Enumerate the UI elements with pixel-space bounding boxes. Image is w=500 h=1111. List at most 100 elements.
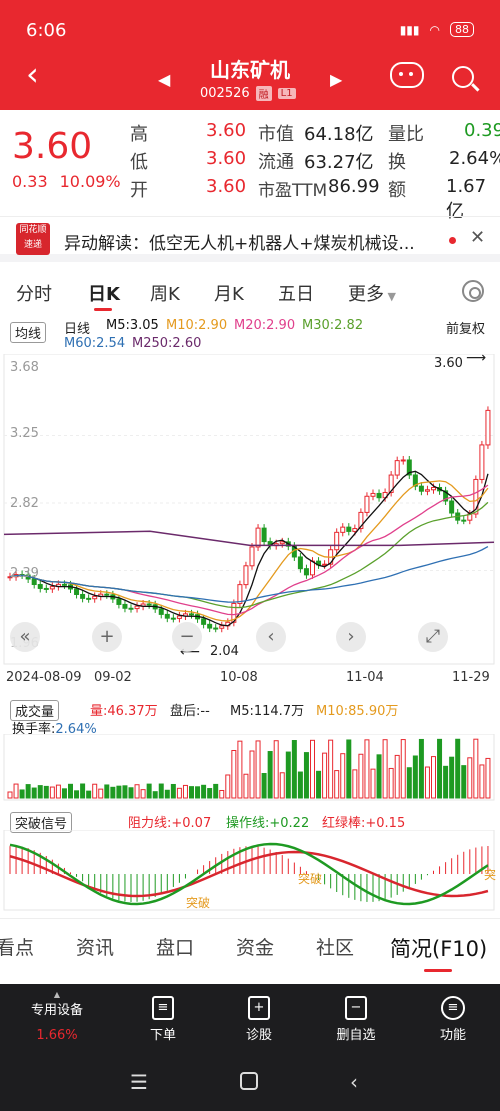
volume-bar bbox=[104, 784, 110, 799]
margin-tag: 融 bbox=[255, 86, 272, 101]
volume-bar bbox=[182, 784, 188, 799]
settings-icon[interactable] bbox=[462, 280, 484, 302]
close-icon[interactable]: ✕ bbox=[470, 227, 485, 248]
tab-monthly[interactable]: 月K bbox=[214, 280, 244, 306]
tab-profile[interactable]: 简况(F10) bbox=[390, 933, 487, 963]
volume-bar bbox=[406, 767, 412, 799]
action-toolbar: ▲ 专用设备 1.66% ≡ 下单 + 诊股 − 删自选 ≡ 功能 bbox=[0, 984, 500, 1054]
volume-bar bbox=[370, 768, 376, 799]
recent-apps-icon[interactable]: ☰ bbox=[130, 1070, 148, 1094]
volume-bar bbox=[443, 765, 449, 799]
zoom-out-icon[interactable]: − bbox=[172, 622, 202, 652]
candle bbox=[243, 565, 249, 586]
volume-value: 量:46.37万 bbox=[90, 704, 158, 719]
volume-chart[interactable] bbox=[0, 734, 500, 802]
anomaly-news-bar[interactable]: 同花顺 速递 异动解读：低空无人机+机器人+煤炭机械设... ✕ bbox=[0, 216, 500, 262]
volume-bar bbox=[37, 785, 43, 799]
candle bbox=[207, 623, 213, 629]
high-value: 3.60 bbox=[206, 120, 247, 141]
volume-bar bbox=[267, 751, 273, 799]
scroll-right-icon[interactable]: › bbox=[336, 622, 366, 652]
scroll-left-icon[interactable]: ‹ bbox=[256, 622, 286, 652]
status-time: 6:06 bbox=[26, 20, 67, 41]
diagnose-button[interactable]: + 诊股 bbox=[236, 996, 282, 1043]
volume-bar bbox=[279, 772, 285, 799]
functions-button[interactable]: ≡ 功能 bbox=[430, 996, 476, 1043]
fullscreen-icon[interactable]: ⤢ bbox=[418, 622, 448, 652]
volume-bar bbox=[189, 786, 194, 799]
volume-bar bbox=[412, 755, 418, 799]
tab-highlights[interactable]: 看点 bbox=[0, 933, 34, 960]
quote-panel: 3.60 0.33 10.09% 高 3.60 低 3.60 开 3.60 市值… bbox=[0, 110, 500, 222]
after-hours: 盘后:-- bbox=[170, 704, 210, 719]
tab-intraday[interactable]: 分时 bbox=[16, 280, 52, 306]
tab-funds[interactable]: 资金 bbox=[236, 933, 274, 960]
candle bbox=[128, 607, 134, 610]
home-icon[interactable] bbox=[240, 1072, 258, 1090]
tab-daily[interactable]: 日K bbox=[88, 280, 120, 306]
volume-bar bbox=[110, 786, 116, 799]
volume-bar bbox=[213, 783, 219, 799]
kline-chart[interactable] bbox=[0, 354, 500, 668]
candle bbox=[170, 617, 176, 620]
volume-bar bbox=[479, 764, 485, 799]
scroll-left-fast-icon[interactable]: « bbox=[10, 622, 40, 652]
tab-community[interactable]: 社区 bbox=[316, 933, 354, 960]
current-price: 3.60 bbox=[12, 126, 93, 167]
volume-bar bbox=[303, 752, 309, 799]
candle bbox=[134, 605, 140, 610]
volume-bar bbox=[116, 785, 122, 799]
stock-name: 山东矿机 bbox=[210, 58, 290, 82]
sector-button[interactable]: ▲ 专用设备 1.66% bbox=[22, 990, 92, 1043]
y-tick: 3.25 bbox=[10, 426, 39, 441]
battery-indicator: 88 bbox=[450, 22, 474, 37]
signal-chart[interactable] bbox=[0, 830, 500, 912]
robot-assistant-icon[interactable] bbox=[390, 62, 424, 88]
volume-bar bbox=[346, 739, 352, 799]
redgreen-value: 红绿棒:+0.15 bbox=[322, 816, 406, 831]
volume-bar bbox=[418, 738, 424, 799]
pe-value: 86.99 bbox=[328, 176, 380, 197]
adjust-label[interactable]: 前复权 bbox=[446, 318, 485, 337]
candle bbox=[485, 409, 491, 446]
back-nav-icon[interactable]: ‹ bbox=[350, 1070, 358, 1094]
tab-orderbook[interactable]: 盘口 bbox=[156, 933, 194, 960]
volume-bar bbox=[61, 788, 67, 799]
zoom-in-icon[interactable]: + bbox=[92, 622, 122, 652]
menu-icon: ≡ bbox=[441, 996, 465, 1020]
candle bbox=[370, 492, 376, 497]
search-icon[interactable] bbox=[452, 66, 474, 88]
resistance-line bbox=[9, 850, 489, 898]
tab-more[interactable]: 更多 ▼ bbox=[348, 280, 396, 306]
break-label: 突 bbox=[484, 868, 497, 882]
remove-watchlist-button[interactable]: − 删自选 bbox=[330, 996, 382, 1043]
volume-bar bbox=[176, 787, 182, 799]
candle bbox=[219, 625, 225, 629]
next-stock-icon[interactable]: ▶ bbox=[330, 70, 342, 89]
order-button[interactable]: ≡ 下单 bbox=[140, 996, 186, 1043]
ma250-line bbox=[3, 530, 495, 547]
mktcap-label: 市值 bbox=[258, 124, 294, 145]
candle bbox=[49, 586, 55, 590]
news-text[interactable]: 异动解读：低空无人机+机器人+煤炭机械设... bbox=[64, 229, 415, 254]
x-tick: 11-04 bbox=[346, 670, 384, 685]
tab-weekly[interactable]: 周K bbox=[150, 280, 180, 306]
candle bbox=[352, 528, 358, 532]
sector-change: 1.66% bbox=[36, 1028, 78, 1043]
order-icon: ≡ bbox=[152, 996, 174, 1020]
x-tick: 10-08 bbox=[220, 670, 258, 685]
active-tab-indicator bbox=[94, 308, 112, 311]
tab-more-label: 更多 bbox=[348, 284, 384, 305]
volume-bar bbox=[291, 740, 297, 799]
volume-bar bbox=[98, 788, 104, 799]
volume-bar bbox=[31, 787, 37, 799]
candle bbox=[213, 627, 219, 630]
tab-news[interactable]: 资讯 bbox=[76, 933, 114, 960]
tab-five-day[interactable]: 五日 bbox=[278, 280, 314, 306]
high-label: 高 bbox=[130, 124, 148, 145]
volume-bar bbox=[134, 784, 140, 799]
stock-code-row: 002526 融 L1 bbox=[200, 86, 296, 101]
ma-selector[interactable]: 均线 bbox=[10, 322, 47, 343]
chart-frame bbox=[3, 830, 495, 911]
candle bbox=[255, 527, 261, 548]
